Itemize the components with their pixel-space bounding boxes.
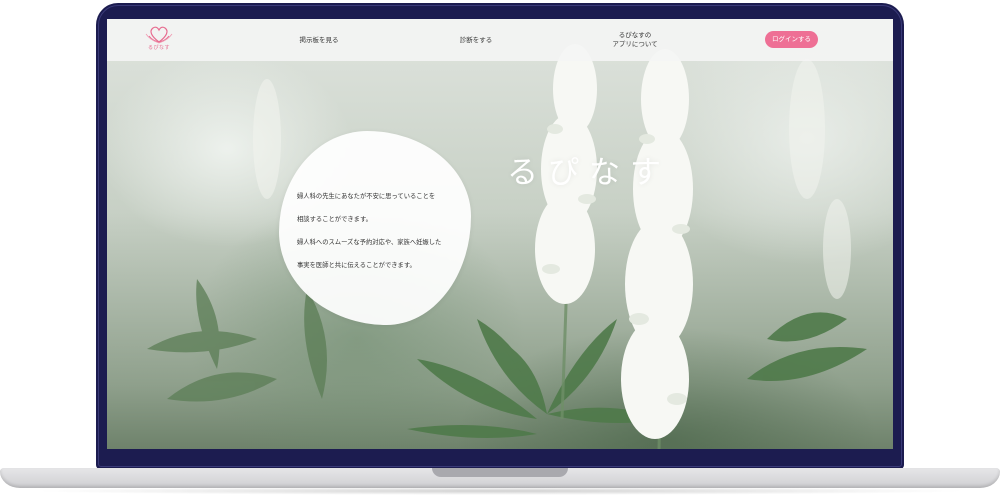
intro-text: 婦人科の先生にあなたが不安に思っていることを 相談することができます。 婦人科へ… [297,185,467,277]
intro-line: 婦人科の先生にあなたが不安に思っていることを [297,193,436,200]
nav-board-link[interactable]: 掲示板を見る [293,36,345,45]
nav-about-link[interactable]: るぴなすの アプリについて [607,31,663,49]
laptop-notch [432,468,568,477]
intro-line: 事実を医師と共に伝えることができます。 [297,262,416,269]
logo[interactable]: るぴなす [143,24,175,54]
intro-line: 相談することができます。 [297,216,372,223]
login-button[interactable]: ログインする [765,31,818,48]
nav-about-line1: るぴなすの [618,31,652,39]
nav-diagnose-link[interactable]: 診断をする [453,36,499,45]
logo-text: るぴなす [147,45,170,51]
intro-line: 婦人科へのスムーズな予約対応や、家族へ妊娠した [297,239,442,246]
nav-about-line2: アプリについて [612,40,658,48]
lupine-flowers-illustration [147,44,867,449]
laptop-shadow [30,487,970,495]
lotus-heart-logo-icon [145,26,173,44]
hero-title: るぴなす [507,155,671,191]
intro-bubble: 婦人科の先生にあなたが不安に思っていることを 相談することができます。 婦人科へ… [279,131,471,325]
website-screen: るぴなす 掲示板を見る 診断をする るぴなすの アプリについて ログインする る… [107,19,893,449]
site-header: るぴなす 掲示板を見る 診断をする るぴなすの アプリについて ログインする [107,19,893,61]
